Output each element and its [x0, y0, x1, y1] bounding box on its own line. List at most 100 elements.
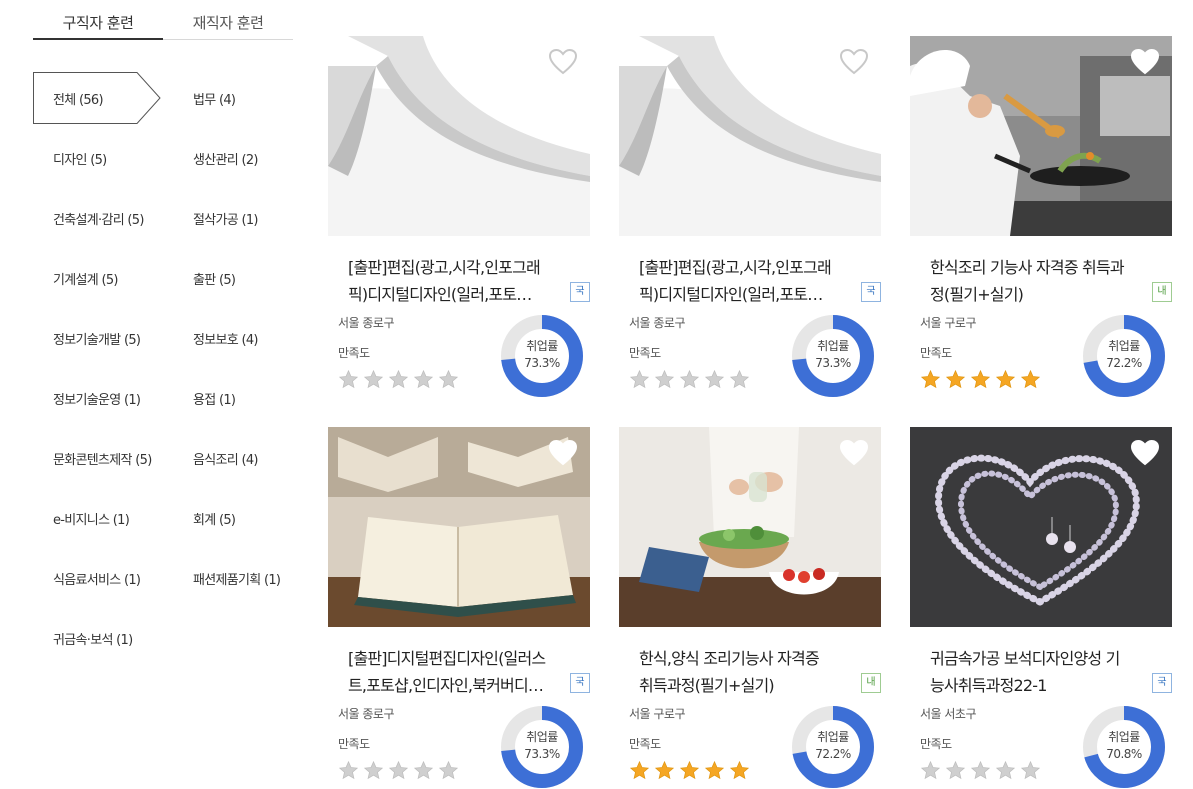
course-title[interactable]: 한식조리 기능사 자격증 취득과 정(필기+실기) [930, 254, 1150, 308]
category-item[interactable]: 정보기술운영 (1) [53, 389, 141, 408]
employment-rate-donut: 취업률 72.2% [791, 705, 875, 789]
course-title-line: 트,포토샵,인디자인,북커버디… [348, 676, 544, 695]
star-icon [388, 760, 409, 780]
heart-icon[interactable] [548, 439, 578, 467]
category-item[interactable]: 회계 (5) [193, 509, 236, 528]
employment-rate-value: 73.3% [815, 356, 851, 370]
course-title-line: 능사취득과정22-1 [930, 676, 1047, 695]
course-location: 서울 구로구 [920, 316, 977, 330]
star-icon [654, 369, 675, 389]
star-rating [338, 760, 463, 782]
course-title[interactable]: 한식,양식 조리기능사 자격증 취득과정(필기+실기) [639, 645, 859, 699]
course-title-line: 귀금속가공 보석디자인양성 기 [930, 649, 1120, 668]
course-thumbnail[interactable] [619, 427, 881, 627]
course-title[interactable]: 귀금속가공 보석디자인양성 기 능사취득과정22-1 [930, 645, 1150, 699]
star-icon [679, 760, 700, 780]
employment-rate-value: 70.8% [1106, 747, 1142, 761]
course-location: 서울 종로구 [338, 707, 395, 721]
national-badge: 국 [1152, 673, 1172, 693]
course-thumbnail[interactable] [910, 36, 1172, 236]
category-item-all[interactable]: 전체 (56) [33, 72, 163, 124]
star-icon [920, 369, 941, 389]
heart-icon[interactable] [839, 48, 869, 76]
employment-rate-value: 73.3% [524, 747, 560, 761]
star-icon [945, 369, 966, 389]
national-badge: 국 [861, 282, 881, 302]
employment-rate-value: 72.2% [815, 747, 851, 761]
star-icon [995, 369, 1016, 389]
course-thumbnail[interactable] [619, 36, 881, 236]
tab-job-seeker[interactable]: 구직자 훈련 [33, 12, 163, 33]
heart-icon[interactable] [839, 439, 869, 467]
category-item[interactable]: 법무 (4) [193, 89, 236, 108]
category-item[interactable]: 기계설계 (5) [53, 269, 118, 288]
course-card[interactable]: [출판]편집(광고,시각,인포그래 픽)디지털디자인(일러,포토… 국 서울 종… [328, 36, 590, 416]
star-icon [729, 760, 750, 780]
satisfaction-label: 만족도 [920, 346, 952, 360]
star-icon [704, 369, 725, 389]
category-item[interactable]: 패션제품기획 (1) [193, 569, 281, 588]
star-icon [629, 760, 650, 780]
training-type-tabs: 구직자 훈련 재직자 훈련 [33, 0, 293, 40]
course-thumbnail[interactable] [910, 427, 1172, 627]
star-icon [413, 760, 434, 780]
course-card[interactable]: 한식조리 기능사 자격증 취득과 정(필기+실기) 내 서울 구로구 만족도 취… [910, 36, 1172, 416]
category-item[interactable]: e-비지니스 (1) [53, 509, 130, 528]
category-item[interactable]: 용접 (1) [193, 389, 236, 408]
category-item[interactable]: 디자인 (5) [53, 149, 107, 168]
course-title[interactable]: [출판]디지털편집디자인(일러스 트,포토샵,인디자인,북커버디… [348, 645, 568, 699]
course-title-line: 한식,양식 조리기능사 자격증 [639, 649, 820, 668]
heart-icon[interactable] [1130, 48, 1160, 76]
star-icon [970, 760, 991, 780]
employment-rate-label: 취업률 [817, 730, 849, 744]
category-item[interactable]: 출판 (5) [193, 269, 236, 288]
course-card[interactable]: 한식,양식 조리기능사 자격증 취득과정(필기+실기) 내 서울 구로구 만족도… [619, 427, 881, 789]
category-item[interactable]: 정보기술개발 (5) [53, 329, 141, 348]
star-icon [338, 760, 359, 780]
star-rating [629, 760, 754, 782]
course-title-line: 픽)디지털디자인(일러,포토… [348, 285, 532, 304]
category-item[interactable]: 문화콘텐츠제작 (5) [53, 449, 152, 468]
star-rating [920, 369, 1045, 391]
course-title[interactable]: [출판]편집(광고,시각,인포그래 픽)디지털디자인(일러,포토… [639, 254, 859, 308]
heart-icon[interactable] [1130, 439, 1160, 467]
course-card[interactable]: [출판]편집(광고,시각,인포그래 픽)디지털디자인(일러,포토… 국 서울 종… [619, 36, 881, 416]
heart-icon[interactable] [548, 48, 578, 76]
course-card[interactable]: [출판]디지털편집디자인(일러스 트,포토샵,인디자인,북커버디… 국 서울 종… [328, 427, 590, 789]
course-thumbnail[interactable] [328, 427, 590, 627]
course-title-line: 취득과정(필기+실기) [639, 676, 775, 695]
category-item[interactable]: 음식조리 (4) [193, 449, 258, 468]
employment-rate-label: 취업률 [526, 730, 558, 744]
employment-rate-value: 73.3% [524, 356, 560, 370]
star-icon [729, 369, 750, 389]
course-thumbnail[interactable] [328, 36, 590, 236]
course-card[interactable]: 귀금속가공 보석디자인양성 기 능사취득과정22-1 국 서울 서초구 만족도 … [910, 427, 1172, 789]
employment-rate-value: 72.2% [1106, 356, 1142, 370]
internal-badge: 내 [1152, 282, 1172, 302]
category-item[interactable]: 정보보호 (4) [193, 329, 258, 348]
star-rating [338, 369, 463, 391]
category-item[interactable]: 귀금속·보석 (1) [53, 629, 133, 648]
star-icon [413, 369, 434, 389]
course-title-line: [출판]편집(광고,시각,인포그래 [348, 258, 541, 277]
category-item[interactable]: 생산관리 (2) [193, 149, 258, 168]
course-location: 서울 종로구 [629, 316, 686, 330]
category-item[interactable]: 절삭가공 (1) [193, 209, 258, 228]
star-icon [995, 760, 1016, 780]
tab-employee[interactable]: 재직자 훈련 [163, 12, 293, 33]
course-location: 서울 서초구 [920, 707, 977, 721]
satisfaction-label: 만족도 [629, 346, 661, 360]
employment-rate-donut: 취업률 72.2% [1082, 314, 1166, 398]
star-icon [1020, 760, 1041, 780]
active-tab-indicator [33, 38, 163, 40]
star-icon [629, 369, 650, 389]
star-icon [438, 369, 459, 389]
employment-rate-label: 취업률 [1108, 730, 1140, 744]
course-title[interactable]: [출판]편집(광고,시각,인포그래 픽)디지털디자인(일러,포토… [348, 254, 568, 308]
satisfaction-label: 만족도 [629, 737, 661, 751]
category-item[interactable]: 건축설계·감리 (5) [53, 209, 144, 228]
star-icon [654, 760, 675, 780]
national-badge: 국 [570, 282, 590, 302]
employment-rate-label: 취업률 [817, 339, 849, 353]
category-item[interactable]: 식음료서비스 (1) [53, 569, 141, 588]
